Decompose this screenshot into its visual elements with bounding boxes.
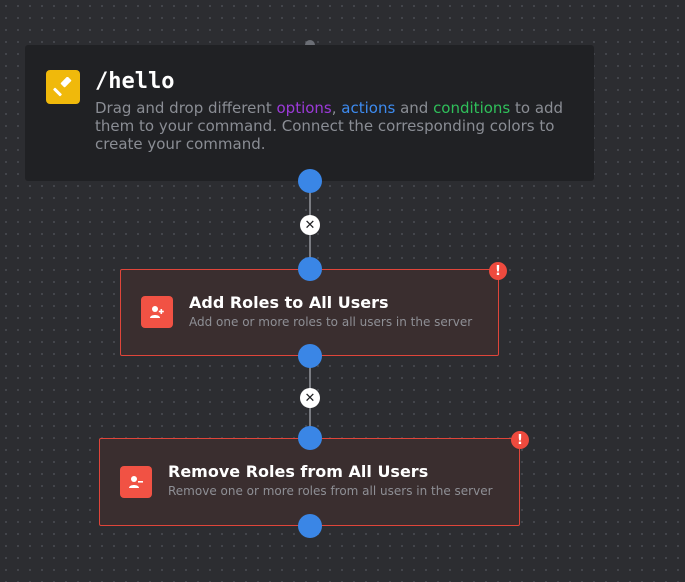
conditions-word: conditions — [433, 99, 511, 117]
action-block-add-roles[interactable]: Add Roles to All Users Add one or more r… — [120, 269, 499, 356]
action-description: Remove one or more roles from all users … — [168, 484, 493, 498]
action-title: Add Roles to All Users — [189, 293, 389, 312]
delete-connection-button-1[interactable]: ✕ — [300, 215, 320, 235]
action-title: Remove Roles from All Users — [168, 462, 429, 481]
action-output-port[interactable] — [298, 514, 322, 538]
warning-icon[interactable]: ! — [489, 262, 507, 280]
user-plus-icon — [141, 296, 173, 328]
action-input-port[interactable] — [298, 426, 322, 450]
command-description: Drag and drop different options, actions… — [95, 99, 565, 153]
command-name: /hello — [95, 69, 175, 94]
desc-sep1: , — [331, 99, 342, 117]
actions-word: actions — [341, 99, 396, 117]
options-word: options — [276, 99, 332, 117]
root-output-port[interactable] — [298, 169, 322, 193]
action-block-remove-roles[interactable]: Remove Roles from All Users Remove one o… — [99, 438, 520, 526]
action-description: Add one or more roles to all users in th… — [189, 315, 473, 329]
action-input-port[interactable] — [298, 257, 322, 281]
warning-icon[interactable]: ! — [511, 431, 529, 449]
hammer-icon — [46, 70, 80, 104]
builder-canvas[interactable]: /hello Drag and drop different options, … — [0, 0, 685, 582]
root-command-block[interactable]: /hello Drag and drop different options, … — [25, 45, 594, 181]
user-minus-icon — [120, 466, 152, 498]
desc-prefix: Drag and drop different — [95, 99, 277, 117]
desc-sep2: and — [395, 99, 434, 117]
delete-connection-button-2[interactable]: ✕ — [300, 388, 320, 408]
action-output-port[interactable] — [298, 344, 322, 368]
